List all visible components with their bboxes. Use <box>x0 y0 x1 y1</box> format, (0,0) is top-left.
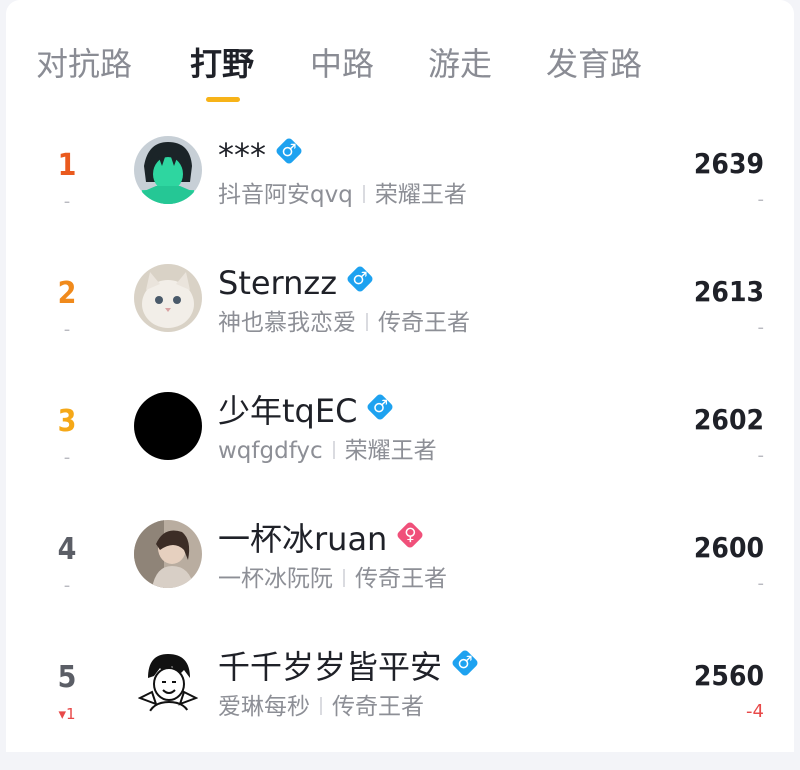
divider <box>343 569 345 587</box>
lane-tabs: 对抗路 打野 中路 游走 发育路 <box>6 0 794 110</box>
male-icon: ♂ <box>345 264 375 294</box>
divider <box>362 185 365 203</box>
player-name[interactable]: 一杯冰ruan ♀ <box>218 518 425 560</box>
player-row-1[interactable]: 1 - *** ♂ 抖音阿安qvq 荣耀王者 2639 - <box>6 130 794 258</box>
avatar[interactable] <box>134 392 202 460</box>
rank-number: 4 <box>57 532 77 567</box>
score-change: - <box>757 317 765 338</box>
divider <box>366 313 368 331</box>
tab-jungle[interactable]: 打野 <box>190 42 254 86</box>
player-nickname: 一杯冰阮阮 <box>218 566 333 592</box>
rank-number: 2 <box>57 276 77 311</box>
rank-change: - <box>63 575 71 596</box>
player-nickname: wqfgdfyc <box>218 438 323 464</box>
player-tier: 传奇王者 <box>355 566 447 592</box>
player-nickname: 抖音阿安qvq <box>218 182 353 208</box>
player-tier: 荣耀王者 <box>344 438 437 464</box>
male-icon: ♂ <box>450 648 480 678</box>
score-change: - <box>757 445 765 466</box>
tab-bot-lane[interactable]: 发育路 <box>546 42 642 86</box>
player-row-5[interactable]: 5 ▾1 千千岁岁皆平安 ♂ 爱琳每秒 传奇王者 2560 -4 <box>6 642 794 770</box>
male-icon: ♂ <box>274 136 304 166</box>
player-subline: 神也慕我恋爱 传奇王者 <box>218 308 470 338</box>
player-score: 2639 <box>693 147 764 180</box>
player-score: 2560 <box>693 659 764 692</box>
player-subline: 抖音阿安qvq 荣耀王者 <box>218 180 467 210</box>
tab-roam[interactable]: 游走 <box>428 42 492 86</box>
player-name[interactable]: 少年tqEC ♂ <box>218 390 395 432</box>
player-tier: 传奇王者 <box>332 694 424 720</box>
rank-change: - <box>63 191 71 212</box>
active-tab-indicator <box>206 97 240 102</box>
player-nickname: 神也慕我恋爱 <box>218 310 356 336</box>
leaderboard-panel: 对抗路 打野 中路 游走 发育路 1 - *** ♂ 抖音阿安qvq 荣耀王者 26… <box>6 0 794 752</box>
player-score: 2602 <box>693 403 764 436</box>
player-row-2[interactable]: 2 - Sternzz ♂ 神也慕我恋爱 传奇王者 2613 - <box>6 258 794 386</box>
score-change: - <box>757 573 765 594</box>
score-change: -4 <box>746 701 764 722</box>
rank-change: ▾1 <box>58 705 76 723</box>
player-subline: 爱琳每秒 传奇王者 <box>218 692 424 722</box>
player-subline: 一杯冰阮阮 传奇王者 <box>218 564 447 594</box>
divider <box>332 441 335 459</box>
tab-mid-lane[interactable]: 中路 <box>310 42 374 86</box>
tab-top-lane[interactable]: 对抗路 <box>36 42 132 86</box>
avatar[interactable] <box>134 648 202 716</box>
player-row-4[interactable]: 4 - 一杯冰ruan ♀ 一杯冰阮阮 传奇王者 2600 - <box>6 514 794 642</box>
player-row-3[interactable]: 3 - 少年tqEC ♂ wqfgdfyc 荣耀王者 2602 - <box>6 386 794 514</box>
player-name[interactable]: Sternzz ♂ <box>218 262 375 304</box>
player-score: 2613 <box>693 275 764 308</box>
rank-change: - <box>63 319 71 340</box>
player-score: 2600 <box>693 531 764 564</box>
player-name[interactable]: *** ♂ <box>218 134 304 176</box>
player-tier: 荣耀王者 <box>374 182 467 208</box>
avatar[interactable] <box>134 264 202 332</box>
player-name[interactable]: 千千岁岁皆平安 ♂ <box>218 646 480 688</box>
player-tier: 传奇王者 <box>378 310 470 336</box>
player-nickname: 爱琳每秒 <box>218 694 310 720</box>
score-change: - <box>757 189 765 210</box>
female-icon: ♀ <box>396 520 425 550</box>
male-icon: ♂ <box>366 392 395 422</box>
divider <box>320 697 322 715</box>
rank-change: - <box>63 447 71 468</box>
rank-number: 1 <box>57 148 77 183</box>
rank-number: 3 <box>57 404 77 439</box>
avatar[interactable] <box>134 136 202 204</box>
avatar[interactable] <box>134 520 202 588</box>
player-subline: wqfgdfyc 荣耀王者 <box>218 436 437 466</box>
rank-number: 5 <box>57 660 77 695</box>
